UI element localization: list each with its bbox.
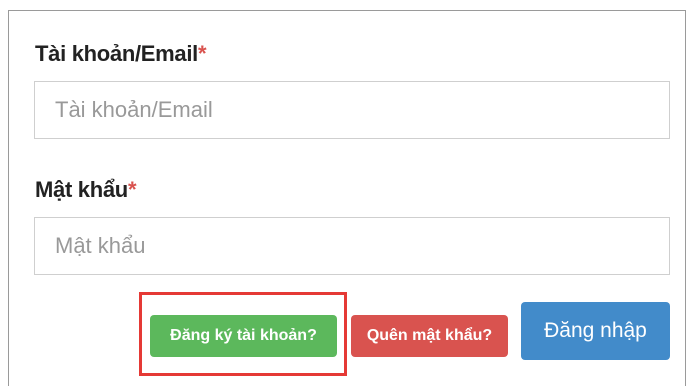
password-label: Mật khẩu*	[35, 177, 137, 203]
required-mark: *	[127, 177, 137, 202]
account-label-text: Tài khoản/Email	[35, 41, 198, 66]
login-form: Tài khoản/Email* Mật khẩu* Đăng ký tài k…	[8, 10, 686, 386]
forgot-password-button[interactable]: Quên mật khẩu?	[351, 315, 508, 357]
password-input[interactable]	[34, 217, 670, 275]
password-label-text: Mật khẩu	[35, 177, 128, 202]
account-label: Tài khoản/Email*	[35, 41, 207, 67]
register-account-button[interactable]: Đăng ký tài khoản?	[150, 315, 337, 357]
login-button[interactable]: Đăng nhập	[521, 302, 670, 360]
required-mark: *	[198, 41, 207, 66]
account-email-input[interactable]	[34, 81, 670, 139]
